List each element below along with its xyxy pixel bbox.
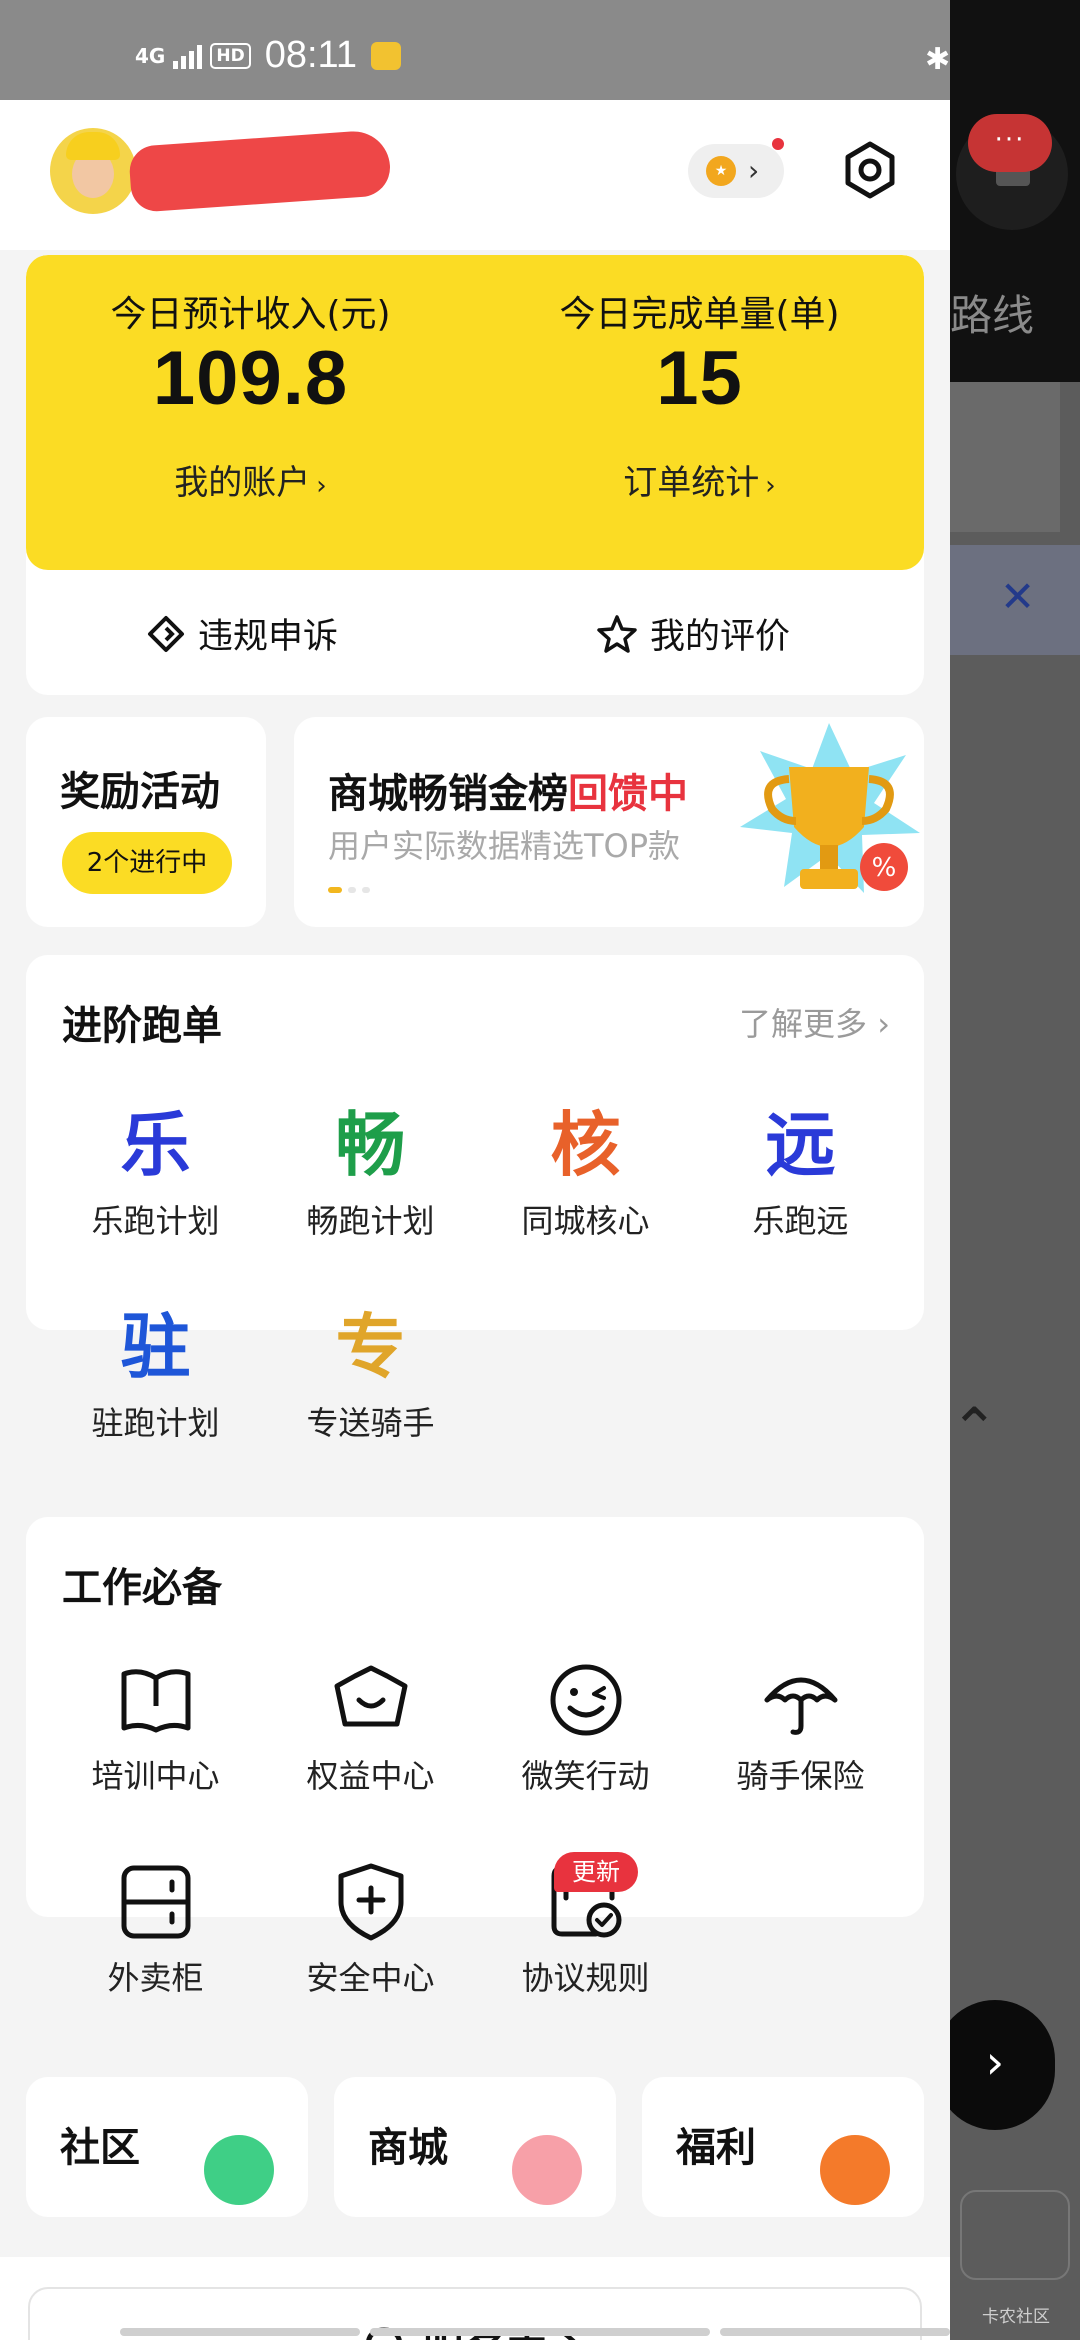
network-type: 4G <box>135 43 166 68</box>
new-badge: 更新 <box>554 1852 638 1892</box>
mall-banner[interactable]: 商城畅销金榜回馈中 用户实际数据精选TOP款 % <box>294 717 924 927</box>
shield-plus-icon <box>338 1863 403 1941</box>
smile-icon <box>550 1664 621 1736</box>
reward-count-badge: 2个进行中 <box>62 832 232 894</box>
home-indicator <box>370 2328 710 2336</box>
notification-app-icon <box>370 41 401 70</box>
home-indicator <box>720 2328 950 2336</box>
crown-icon <box>334 1665 407 1727</box>
section-title: 工作必备 <box>62 1565 222 1611</box>
more-dots-icon: ··· <box>968 114 1052 172</box>
adv-item-core[interactable]: 核 同城核心 <box>478 1100 693 1242</box>
work-item-benefits[interactable]: 权益中心 <box>263 1655 478 1797</box>
community-card[interactable]: 社区 <box>26 2077 308 2217</box>
card-actions: 违规申诉 我的评价 <box>26 570 924 695</box>
far-icon: 远 <box>765 1104 836 1186</box>
chevron-right-icon: › <box>748 154 760 187</box>
reward-activity-card[interactable]: 奖励活动 2个进行中 <box>26 717 266 927</box>
umbrella-icon <box>764 1677 837 1735</box>
profile-header: ★ › <box>0 100 950 250</box>
background-strip <box>950 382 1060 532</box>
chevron-right-icon: › <box>316 471 327 501</box>
settings-icon[interactable] <box>840 140 900 200</box>
order-stats-link[interactable]: 订单统计 › <box>475 455 924 504</box>
dedicated-icon: 专 <box>335 1306 406 1388</box>
community-icon <box>204 2135 274 2205</box>
learn-more-link[interactable]: 了解更多 › <box>739 999 890 1045</box>
my-account-link[interactable]: 我的账户 › <box>26 455 475 504</box>
hd-icon: HD <box>210 42 251 69</box>
book-icon <box>121 1669 190 1733</box>
clock: 08:11 <box>264 34 357 76</box>
background-app: ··· 路线 ✕ ⌃ › 卡农社区 <box>935 0 1080 2340</box>
svg-text:%: % <box>872 853 897 883</box>
orders-value: 15 <box>656 336 743 421</box>
work-item-training[interactable]: 培训中心 <box>48 1655 263 1797</box>
income-value: 109.8 <box>152 336 349 421</box>
adv-item-station[interactable]: 驻 驻跑计划 <box>48 1302 263 1444</box>
redacted-user-name <box>128 129 392 213</box>
adv-item-lepao-far[interactable]: 远 乐跑远 <box>693 1100 908 1242</box>
appeal-button[interactable]: 违规申诉 <box>146 608 338 659</box>
changpao-icon: 畅 <box>335 1104 406 1186</box>
my-rating-button[interactable]: 我的评价 <box>596 608 790 659</box>
work-item-insurance[interactable]: 骑手保险 <box>693 1655 908 1797</box>
orders-label: 今日完成单量(单) <box>559 294 840 335</box>
coin-button[interactable]: ★ › <box>688 138 784 198</box>
earnings-card: 今日预计收入(元) 109.8 我的账户 › 今日完成单量(单) 15 订单统计 ›… <box>26 255 924 695</box>
background-route-text: 路线 <box>950 291 1035 340</box>
signal-icon <box>173 43 203 69</box>
banner-subtitle: 用户实际数据精选TOP款 <box>328 827 681 865</box>
trophy-icon: % <box>740 723 920 893</box>
side-panel: ★ › 今日预计收入(元) 109.8 我的账户 › 今日完成单量(单) 15 订… <box>0 100 950 2340</box>
chevron-right-icon: › <box>765 471 776 501</box>
welfare-icon <box>820 2135 890 2205</box>
station-icon: 驻 <box>120 1306 191 1388</box>
work-item-locker[interactable]: 外卖柜 <box>48 1857 263 1999</box>
welfare-card[interactable]: 福利 <box>642 2077 924 2217</box>
notification-dot <box>772 138 784 150</box>
background-button[interactable] <box>960 2190 1070 2280</box>
scroll-up-icon[interactable]: ⌃ <box>950 1395 999 1463</box>
close-icon[interactable]: ✕ <box>1000 572 1035 621</box>
home-indicator <box>120 2328 360 2336</box>
section-title: 进阶跑单 <box>62 1003 222 1049</box>
work-item-safety[interactable]: 安全中心 <box>263 1857 478 1999</box>
avatar[interactable] <box>50 128 136 214</box>
locker-icon <box>121 1865 190 1939</box>
watermark: 卡农社区 <box>982 2307 1050 2327</box>
adv-item-changpao[interactable]: 畅 畅跑计划 <box>263 1100 478 1242</box>
bluetooth-icon: ✱ <box>925 42 951 77</box>
work-item-smile[interactable]: 微笑行动 <box>478 1655 693 1797</box>
chevron-right-icon[interactable]: › <box>935 2000 1055 2130</box>
chevron-right-icon: › <box>877 1005 890 1043</box>
adv-item-dedicated[interactable]: 专 专送骑手 <box>263 1302 478 1444</box>
star-coin-icon: ★ <box>706 156 736 186</box>
status-bar: 4G HD 08:11 ✱ 34 <box>0 0 1080 100</box>
mall-card[interactable]: 商城 <box>334 2077 616 2217</box>
reward-title: 奖励活动 <box>60 769 220 815</box>
banner-title: 商城畅销金榜回馈中 <box>328 771 688 817</box>
star-icon <box>597 614 637 653</box>
mall-icon <box>512 2135 582 2205</box>
core-icon: 核 <box>550 1104 621 1186</box>
banner-pagination <box>328 887 370 893</box>
adv-item-lepao[interactable]: 乐 乐跑计划 <box>48 1100 263 1242</box>
appeal-icon <box>148 615 184 652</box>
income-label: 今日预计收入(元) <box>110 294 391 335</box>
lepao-icon: 乐 <box>120 1104 191 1186</box>
earnings-summary: 今日预计收入(元) 109.8 我的账户 › 今日完成单量(单) 15 订单统计 › <box>26 255 924 570</box>
